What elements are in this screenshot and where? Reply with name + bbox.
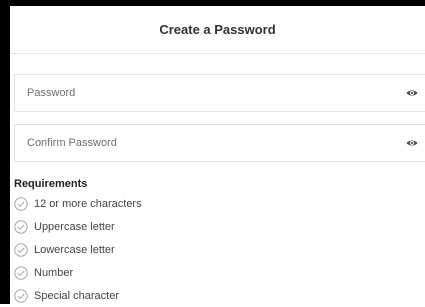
requirement-item: Uppercase letter [14,215,142,238]
dialog-header: Create a Password [10,6,425,54]
check-circle-icon [14,196,28,211]
check-circle-icon [14,265,28,280]
eye-icon[interactable] [405,136,419,150]
requirement-label: Special character [34,289,119,302]
password-input[interactable] [27,87,405,99]
check-circle-icon [14,242,28,257]
check-circle-icon [14,288,28,303]
confirm-password-input[interactable] [27,137,405,149]
requirements-list: 12 or more characters Uppercase letter L… [14,192,142,307]
requirement-item: 12 or more characters [14,192,142,215]
requirement-label: 12 or more characters [34,197,142,210]
page-title: Create a Password [159,22,276,37]
password-field[interactable] [14,74,425,112]
requirement-label: Number [34,266,74,279]
requirements-heading: Requirements [14,178,88,190]
confirm-password-field[interactable] [14,124,425,162]
requirement-item: Lowercase letter [14,238,142,261]
requirement-item: Number [14,261,142,284]
check-circle-icon [14,219,28,234]
requirement-label: Lowercase letter [34,243,115,256]
requirement-label: Uppercase letter [34,220,115,233]
window-frame-left [0,0,10,304]
eye-icon[interactable] [405,86,419,100]
